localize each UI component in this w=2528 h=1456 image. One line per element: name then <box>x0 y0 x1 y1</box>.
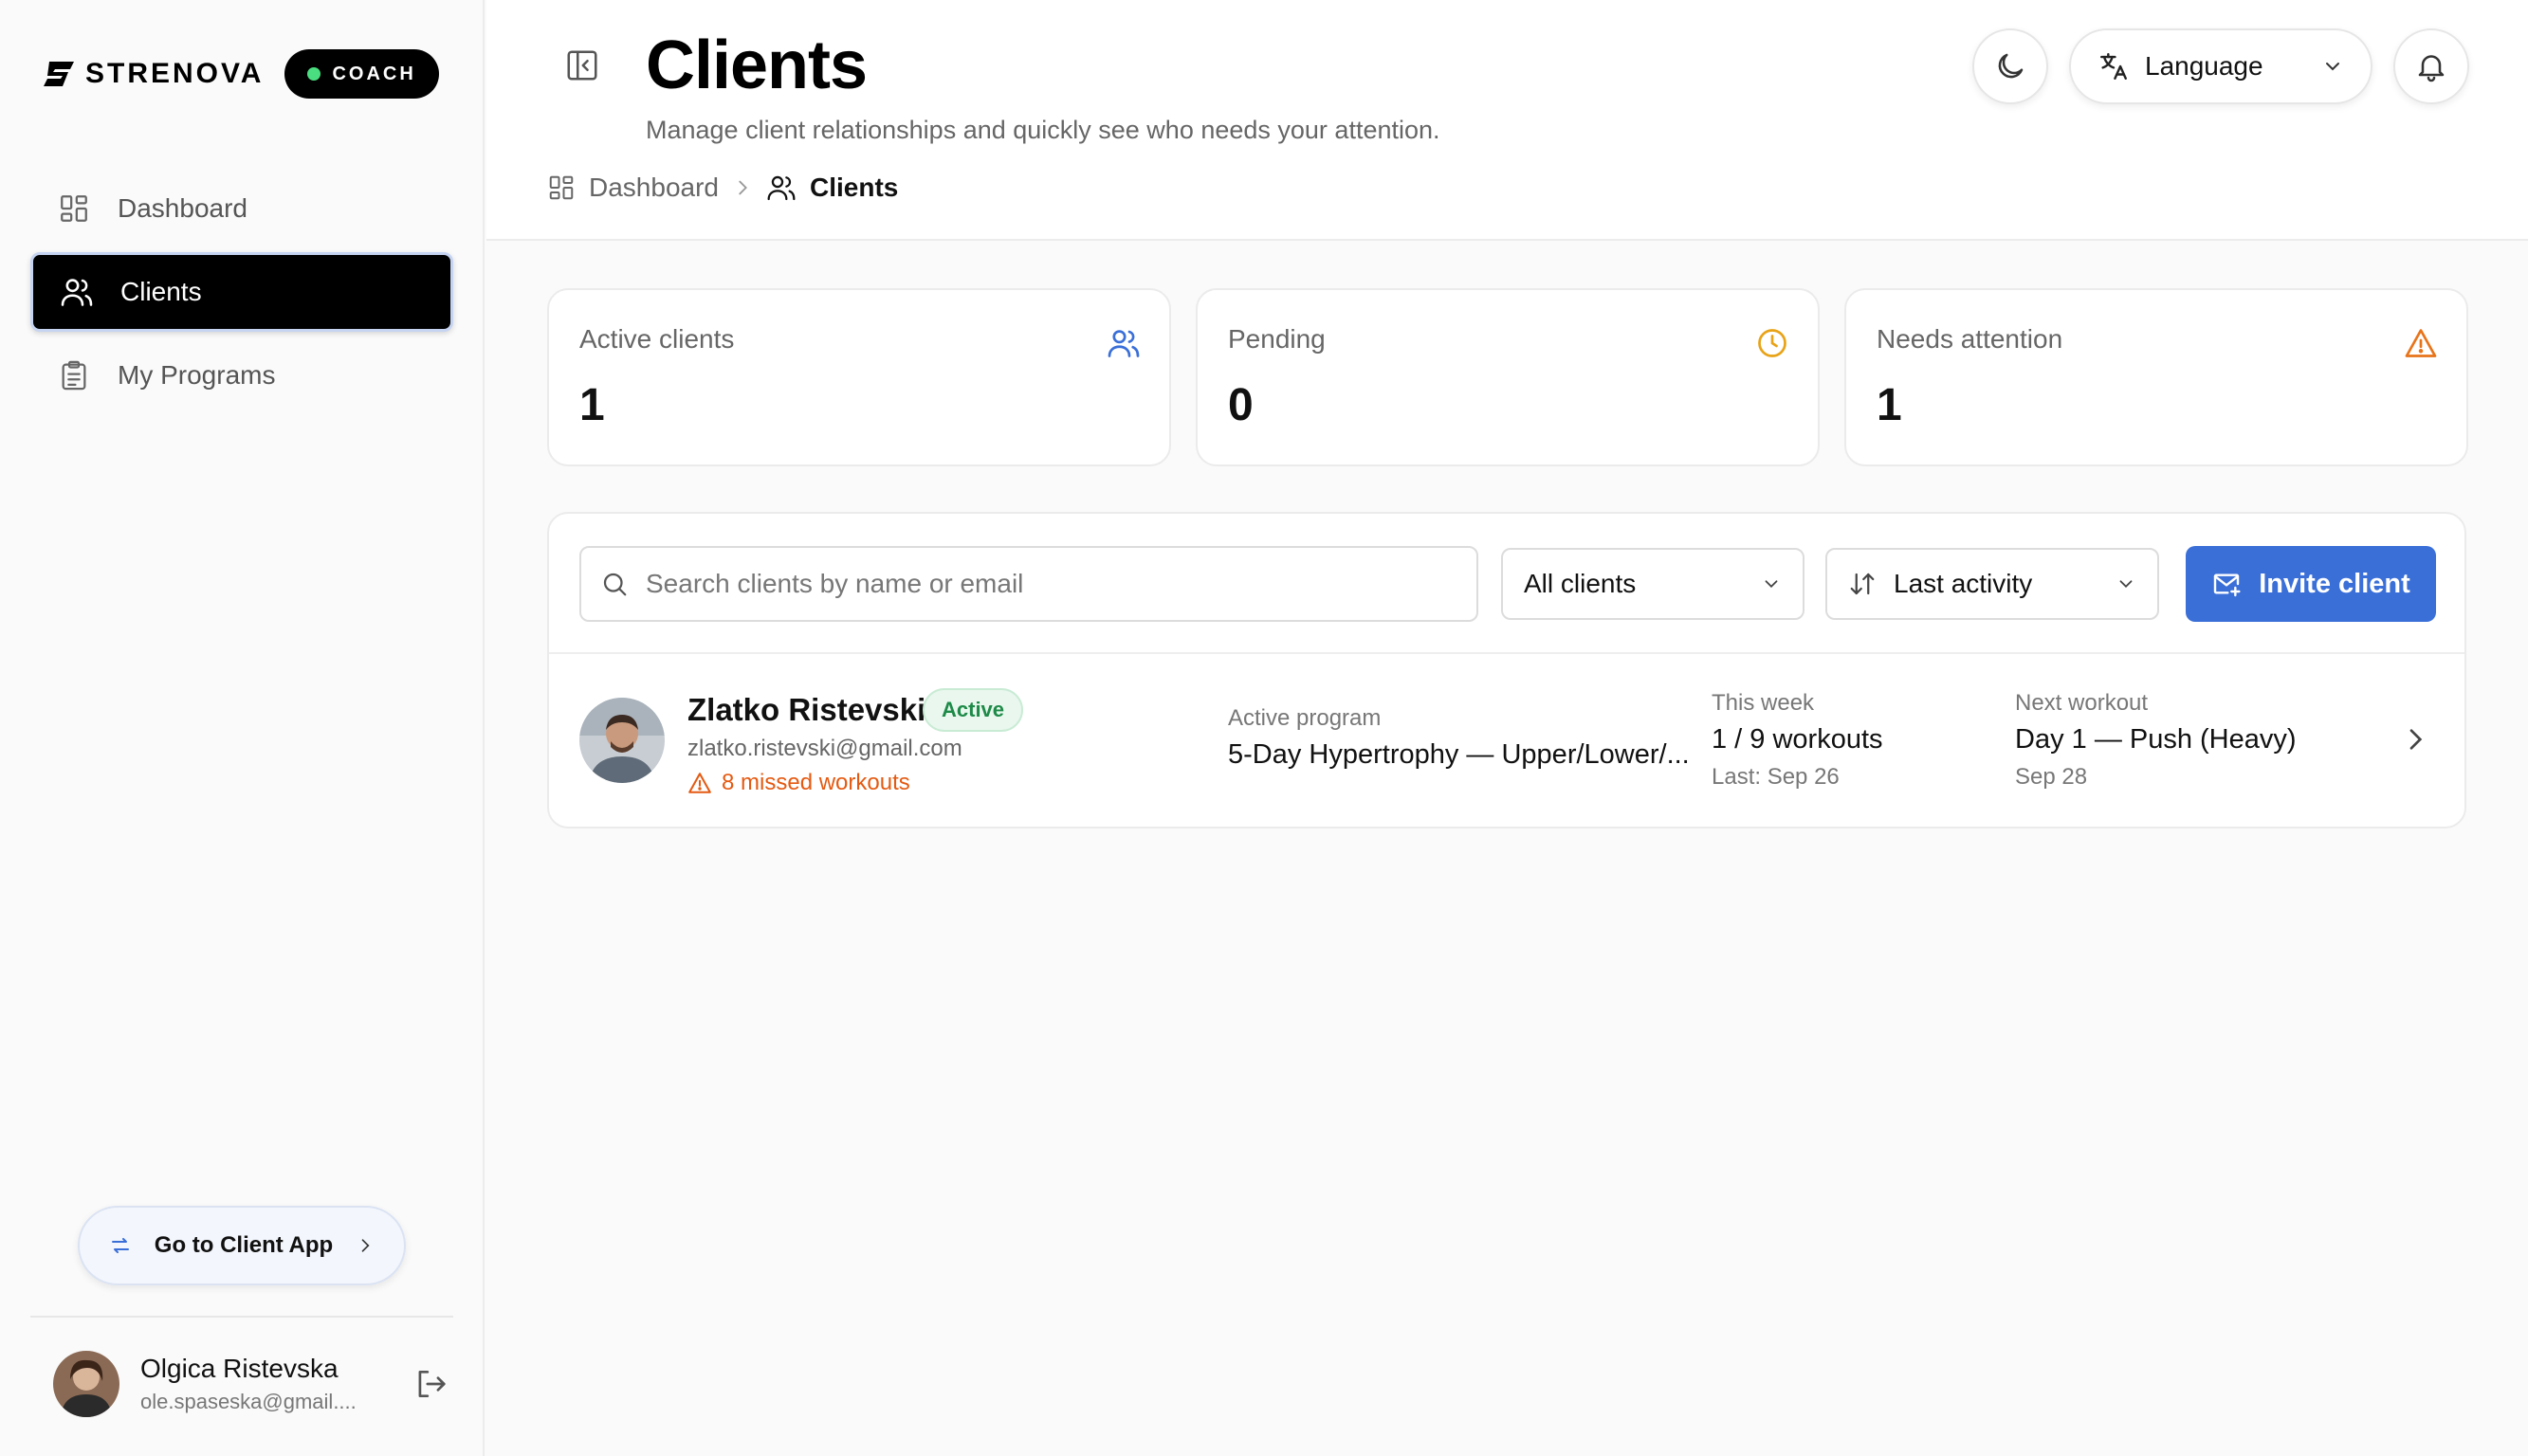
sidebar-nav: Dashboard Clients My Programs <box>30 169 453 419</box>
next-workout-date: Sep 28 <box>2015 764 2088 790</box>
next-workout-value: Day 1 — Push (Heavy) <box>2015 724 2297 755</box>
page-title: Clients <box>646 27 868 103</box>
stat-card-needs-attention: Needs attention 1 <box>1844 288 2468 466</box>
sort-value: Last activity <box>1894 569 2033 598</box>
breadcrumb-dashboard[interactable]: Dashboard <box>547 173 719 203</box>
clients-toolbar: Search clients by name or email All clie… <box>549 514 2464 654</box>
notifications-button[interactable] <box>2393 28 2469 104</box>
users-icon <box>1108 330 1140 357</box>
sidebar-divider <box>30 1316 453 1318</box>
sidebar: STRENOVA COACH Dashboard Clients My Prog… <box>0 0 485 1456</box>
search-input[interactable]: Search clients by name or email <box>579 546 1478 622</box>
theme-toggle-button[interactable] <box>1972 28 2048 104</box>
client-filter-value: All clients <box>1524 569 1637 598</box>
chevron-right-icon[interactable] <box>2400 724 2430 755</box>
stat-card-pending: Pending 0 <box>1196 288 1820 466</box>
search-icon <box>603 573 627 596</box>
users-icon <box>58 273 96 311</box>
bell-icon <box>2418 55 2445 82</box>
breadcrumb-clients: Clients <box>766 173 898 203</box>
main-content: Clients Manage client relationships and … <box>486 0 2528 1456</box>
clipboard-icon <box>55 356 93 394</box>
week-last-activity: Last: Sep 26 <box>1712 764 1840 790</box>
moon-icon <box>1998 53 2024 79</box>
client-email: zlatko.ristevski@gmail.com <box>687 736 962 761</box>
page-header: Clients Manage client relationships and … <box>486 0 2528 241</box>
breadcrumb-label: Clients <box>809 173 899 202</box>
coach-badge-label: COACH <box>332 63 416 84</box>
program-value: 5-Day Hypertrophy — Upper/Lower/... <box>1228 739 1690 770</box>
swap-arrows-icon <box>111 1238 129 1253</box>
client-avatar <box>579 698 665 783</box>
stat-card-active-clients: Active clients 1 <box>547 288 1171 466</box>
stat-value: 1 <box>579 380 605 430</box>
stats-row: Active clients 1 Pending 0 Needs attenti… <box>547 288 2468 466</box>
logout-icon <box>418 1370 446 1398</box>
breadcrumb: Dashboard Clients <box>547 173 898 203</box>
sort-select[interactable]: Last activity <box>1825 548 2159 620</box>
week-value: 1 / 9 workouts <box>1712 724 1883 755</box>
brand-logo[interactable]: STRENOVA <box>42 58 264 90</box>
client-name[interactable]: Zlatko Ristevski <box>687 692 925 728</box>
stat-value: 1 <box>1877 380 1902 430</box>
user-text: Olgica Ristevska ole.spaseska@gmail.... <box>140 1354 410 1414</box>
sidebar-item-clients[interactable]: Clients <box>30 252 453 332</box>
sidebar-item-label: Dashboard <box>118 193 247 223</box>
invite-client-button[interactable]: Invite client <box>2186 546 2436 622</box>
warning-icon <box>688 773 711 793</box>
collapse-sidebar-button[interactable] <box>564 47 602 85</box>
language-label: Language <box>2145 51 2263 81</box>
missed-workouts-warning: 8 missed workouts <box>687 770 910 796</box>
page-subtitle: Manage client relationships and quickly … <box>646 116 1440 144</box>
panel-collapse-icon <box>567 50 597 81</box>
next-workout-label: Next workout <box>2015 690 2149 716</box>
chevron-down-icon <box>2119 580 2133 589</box>
search-placeholder: Search clients by name or email <box>646 569 1024 598</box>
brand: STRENOVA COACH <box>42 49 439 99</box>
clients-panel: Search clients by name or email All clie… <box>547 512 2466 828</box>
dashboard-grid-icon <box>55 190 93 228</box>
strenova-logo-icon <box>44 62 74 86</box>
program-label: Active program <box>1228 705 1382 731</box>
chevron-right-icon <box>739 180 747 195</box>
status-dot <box>307 67 321 81</box>
sidebar-item-label: Clients <box>120 277 202 306</box>
dashboard-grid-icon <box>549 175 574 200</box>
mail-plus-icon <box>2214 573 2241 597</box>
status-badge: Active <box>923 688 1024 732</box>
breadcrumb-label: Dashboard <box>589 173 719 202</box>
chevron-down-icon <box>1765 580 1778 589</box>
client-filter-select[interactable]: All clients <box>1501 548 1804 620</box>
week-label: This week <box>1712 690 1815 716</box>
chevron-right-icon <box>361 1239 370 1252</box>
go-to-client-app-button[interactable]: Go to Client App <box>78 1206 406 1285</box>
chevron-down-icon <box>2326 63 2339 71</box>
coach-badge: COACH <box>284 49 439 99</box>
go-to-client-app-label: Go to Client App <box>154 1232 334 1258</box>
user-name: Olgica Ristevska <box>140 1354 339 1383</box>
table-row[interactable]: Zlatko Ristevski Active zlatko.ristevski… <box>549 654 2464 827</box>
sidebar-item-my-programs[interactable]: My Programs <box>30 336 453 415</box>
warning-icon <box>2405 329 2437 357</box>
sidebar-item-dashboard[interactable]: Dashboard <box>30 169 453 248</box>
clock-icon <box>1758 329 1786 357</box>
avatar <box>53 1351 119 1417</box>
invite-client-label: Invite client <box>2259 568 2410 599</box>
header-actions: Language <box>1972 28 2469 104</box>
sort-arrows-icon <box>1850 573 1875 595</box>
stat-label: Active clients <box>579 324 735 354</box>
users-icon <box>767 175 796 201</box>
stat-label: Needs attention <box>1877 324 2063 354</box>
logout-button[interactable] <box>410 1363 451 1405</box>
stat-value: 0 <box>1228 380 1254 430</box>
user-profile[interactable]: Olgica Ristevska ole.spaseska@gmail.... <box>53 1346 451 1422</box>
stat-label: Pending <box>1228 324 1326 354</box>
brand-name: STRENOVA <box>85 58 265 89</box>
translate-icon <box>2100 53 2127 80</box>
missed-workouts-text: 8 missed workouts <box>722 770 910 795</box>
language-select[interactable]: Language <box>2069 28 2372 104</box>
sidebar-item-label: My Programs <box>118 360 276 390</box>
user-email: ole.spaseska@gmail.... <box>140 1390 357 1413</box>
